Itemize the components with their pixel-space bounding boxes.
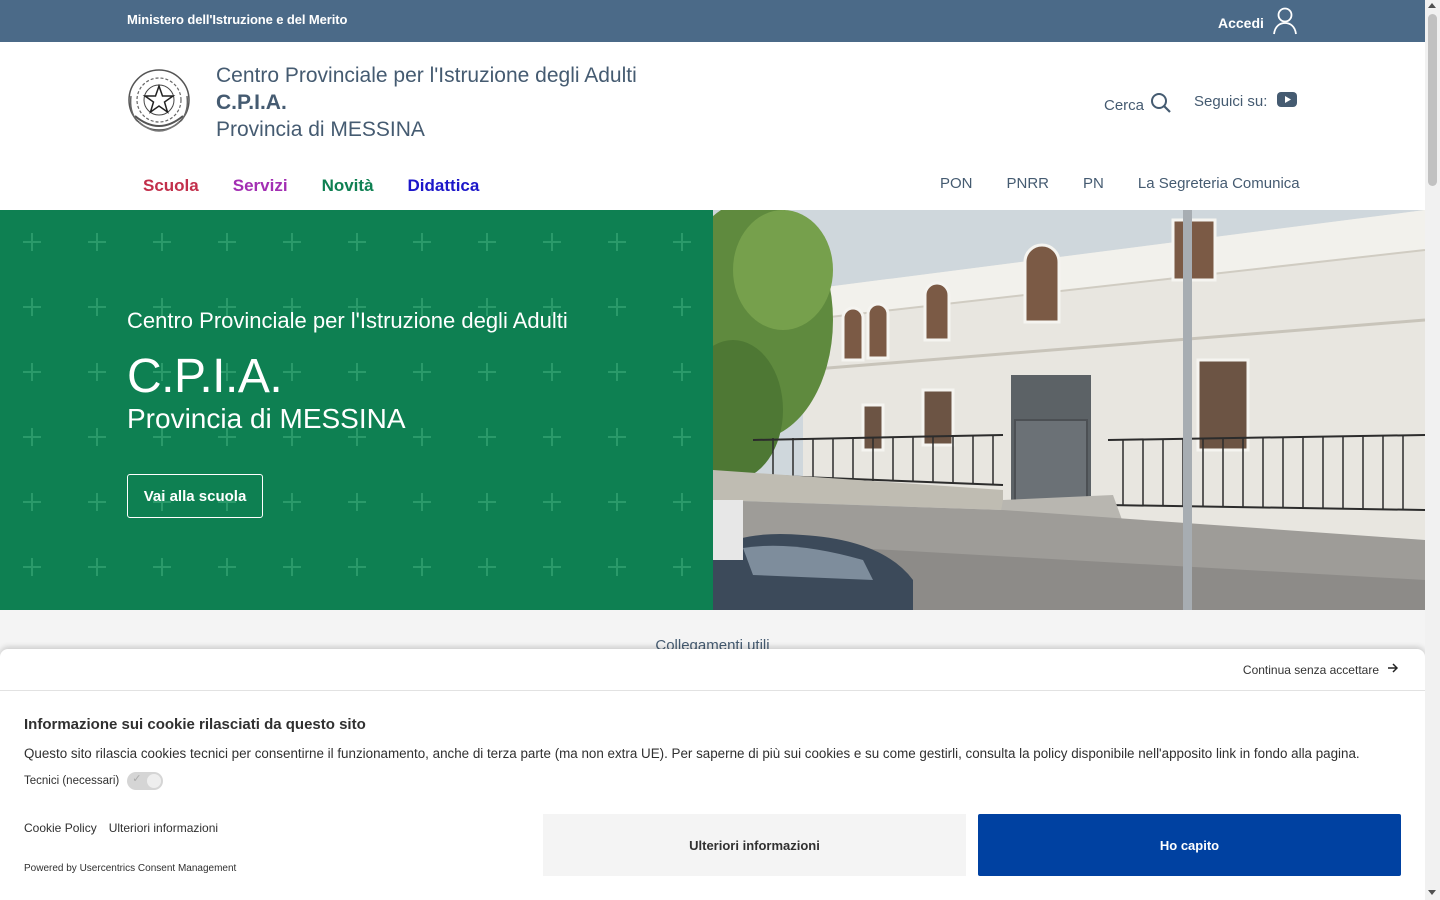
ministry-name[interactable]: Ministero dell'Istruzione e del Merito <box>127 12 347 27</box>
cookie-links: Cookie Policy Ulteriori informazioni <box>24 821 218 835</box>
login-button[interactable]: Accedi <box>1218 7 1298 38</box>
site-title[interactable]: Centro Provinciale per l'Istruzione degl… <box>216 62 637 143</box>
cookie-title: Informazione sui cookie rilasciati da qu… <box>24 716 366 733</box>
follow-label: Seguici su: <box>1194 93 1268 110</box>
hero-text: Centro Provinciale per l'Istruzione degl… <box>127 307 568 435</box>
italian-republic-emblem-icon[interactable] <box>127 66 191 138</box>
technical-cookies-label: Tecnici (necessari) <box>24 775 120 787</box>
secondary-menu: PON PNRR PN La Segreteria Comunica <box>940 175 1300 192</box>
check-icon: ✓ <box>132 773 142 785</box>
hero-title: C.P.I.A. <box>127 350 283 403</box>
user-icon <box>1272 7 1298 38</box>
more-info-button[interactable]: Ulteriori informazioni <box>543 814 966 876</box>
technical-cookies-row: Tecnici (necessari) ✓ <box>24 772 164 790</box>
login-label: Accedi <box>1218 14 1264 31</box>
nav-item-segreteria-comunica[interactable]: La Segreteria Comunica <box>1138 175 1300 192</box>
hero-province: Provincia di MESSINA <box>127 403 406 434</box>
social-follow: Seguici su: <box>1194 92 1298 111</box>
technical-cookies-toggle[interactable]: ✓ <box>127 772 164 790</box>
hero-subtitle: Centro Provinciale per l'Istruzione degl… <box>127 308 568 333</box>
nav-item-didattica[interactable]: Didattica <box>408 176 480 196</box>
more-info-link[interactable]: Ulteriori informazioni <box>109 821 218 835</box>
scrollbar-thumb[interactable] <box>1428 14 1437 186</box>
main-navigation: Scuola Servizi Novità Didattica PON PNRR… <box>0 162 1425 210</box>
vertical-scrollbar[interactable] <box>1425 0 1440 900</box>
page: Ministero dell'Istruzione e del Merito A… <box>0 0 1425 900</box>
cookie-policy-link[interactable]: Cookie Policy <box>24 821 97 835</box>
nav-item-novita[interactable]: Novità <box>322 176 374 196</box>
search-button[interactable]: Cerca <box>1104 92 1172 118</box>
arrow-right-icon <box>1387 662 1399 677</box>
nav-item-pon[interactable]: PON <box>940 175 973 192</box>
search-icon <box>1150 92 1172 118</box>
site-title-line2: C.P.I.A. <box>216 91 287 114</box>
accept-button[interactable]: Ho capito <box>978 814 1401 876</box>
school-building-photo <box>713 210 1425 610</box>
cookie-banner: Continua senza accettare Informazione su… <box>0 649 1425 900</box>
continue-label: Continua senza accettare <box>1242 662 1379 677</box>
search-label: Cerca <box>1104 96 1145 114</box>
nav-item-servizi[interactable]: Servizi <box>233 176 288 196</box>
toggle-knob <box>147 774 162 788</box>
cookie-description: Questo sito rilascia cookies tecnici per… <box>24 746 1360 761</box>
nav-item-pn[interactable]: PN <box>1083 175 1104 192</box>
powered-by[interactable]: Powered by Usercentrics Consent Manageme… <box>24 863 236 874</box>
top-bar: Ministero dell'Istruzione e del Merito A… <box>0 0 1425 42</box>
hero-section: Centro Provinciale per l'Istruzione degl… <box>0 210 1425 610</box>
hero-panel: Centro Provinciale per l'Istruzione degl… <box>0 210 713 610</box>
main-menu: Scuola Servizi Novità Didattica <box>143 176 479 196</box>
nav-item-scuola[interactable]: Scuola <box>143 176 199 196</box>
continue-without-accepting-link[interactable]: Continua senza accettare <box>1243 662 1399 677</box>
scroll-down-icon[interactable] <box>1428 890 1436 895</box>
site-title-line1: Centro Provinciale per l'Istruzione degl… <box>216 64 637 87</box>
site-title-line3: Provincia di MESSINA <box>216 118 425 141</box>
go-to-school-button[interactable]: Vai alla scuola <box>127 474 263 518</box>
scroll-up-icon[interactable] <box>1428 3 1436 8</box>
nav-item-pnrr[interactable]: PNRR <box>1007 175 1050 192</box>
cookie-divider <box>0 690 1425 691</box>
site-header: Centro Provinciale per l'Istruzione degl… <box>0 42 1425 162</box>
youtube-icon[interactable] <box>1277 92 1298 111</box>
